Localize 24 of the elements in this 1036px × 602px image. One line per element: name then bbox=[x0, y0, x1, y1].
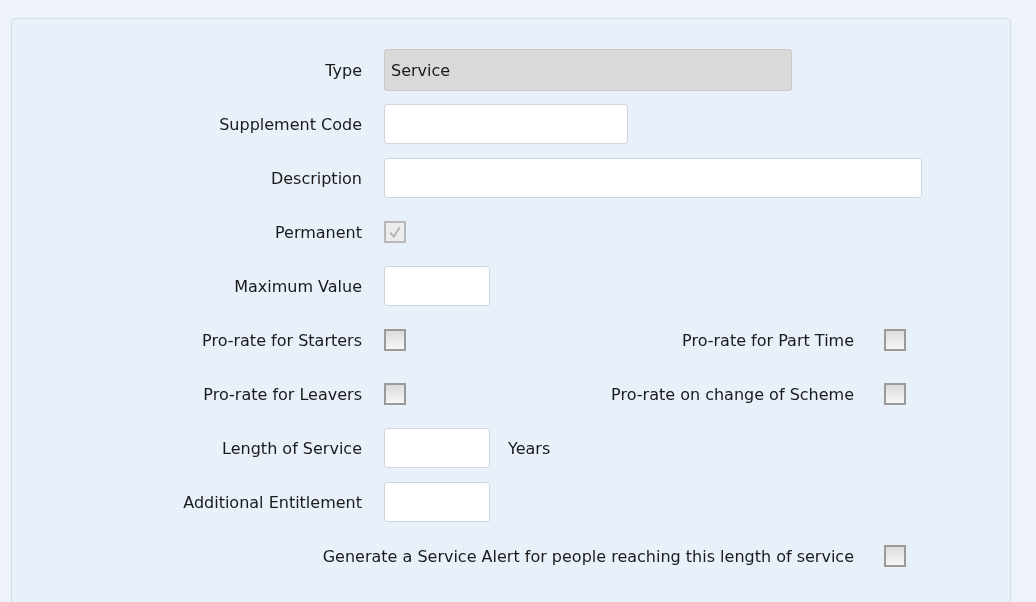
input-field[interactable] bbox=[384, 266, 490, 306]
checkbox[interactable] bbox=[384, 383, 406, 405]
checkbox[interactable] bbox=[384, 329, 406, 351]
checkbox[interactable] bbox=[884, 329, 906, 351]
field-label: Pro-rate for Starters bbox=[201, 330, 362, 350]
field-label: Supplement Code bbox=[218, 114, 362, 134]
field-label: Length of Service bbox=[221, 438, 362, 458]
field-label: Pro-rate for Part Time bbox=[682, 330, 854, 350]
checkbox[interactable] bbox=[884, 383, 906, 405]
check-icon bbox=[388, 225, 402, 239]
input-field[interactable] bbox=[384, 428, 490, 468]
input-field[interactable] bbox=[384, 158, 922, 198]
field-label: Maximum Value bbox=[233, 276, 362, 296]
field-label: Pro-rate for Leavers bbox=[202, 384, 362, 404]
field-label: Generate a Service Alert for people reaching this length of service bbox=[322, 546, 854, 566]
field-label: Type bbox=[324, 60, 362, 80]
field-label: Permanent bbox=[274, 222, 362, 242]
input-field[interactable] bbox=[384, 482, 490, 522]
input-field[interactable] bbox=[384, 104, 628, 144]
unit-label: Years bbox=[508, 438, 551, 458]
field-label: Description bbox=[269, 168, 362, 188]
checkbox[interactable] bbox=[884, 545, 906, 567]
field-label: Pro-rate on change of Scheme bbox=[611, 384, 854, 404]
field-label: Additional Entitlement bbox=[182, 492, 362, 512]
